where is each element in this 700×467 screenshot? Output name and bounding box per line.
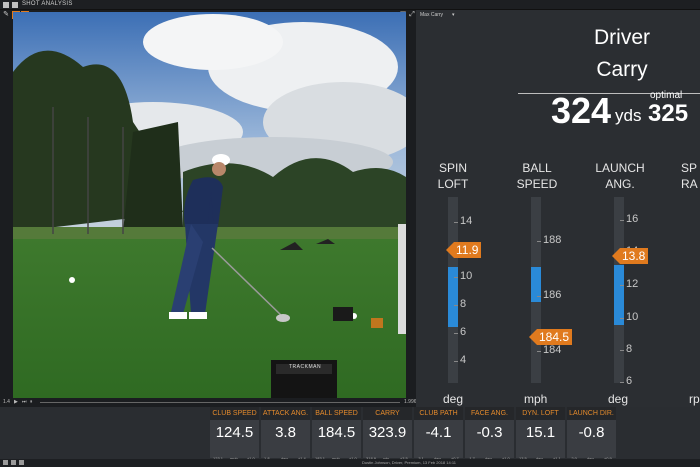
launch-angle-unit: deg: [608, 392, 629, 406]
tick: 4: [453, 354, 467, 366]
metric-label: DYN. LOFT: [516, 407, 565, 420]
spin-loft-scale: [448, 197, 458, 383]
ball-speed-scale: [531, 197, 541, 383]
shot-selector-dropdown[interactable]: Max Carry ▾: [420, 12, 460, 20]
spin-loft-range: [448, 267, 458, 327]
ball-speed-marker: 184.5: [529, 329, 573, 345]
data-panel: Max Carry ▾ Driver Carry 324 yds optimal…: [416, 10, 700, 407]
metric-value: -0.3: [476, 424, 503, 441]
spin-rate-title: SP RA: [681, 161, 698, 191]
metric-tile[interactable]: BALL SPEED 184.5 183.1mph±1.0: [312, 407, 361, 461]
screen-icon[interactable]: [3, 460, 8, 465]
chevron-down-icon: ▾: [452, 12, 455, 18]
launch-angle-range: [614, 265, 624, 325]
home-icon[interactable]: [12, 2, 18, 8]
playback-controls: 1.4 ▶ ⏭ ⏸ 1.996: [0, 398, 417, 407]
spin-loft-unit: deg: [443, 392, 464, 406]
spin-loft-title: SPIN LOFT: [437, 161, 469, 191]
tick: 6: [453, 326, 467, 338]
metrics-bar: CLUB SPEED 124.5 123.1mph±1.0 ATTACK ANG…: [0, 407, 700, 467]
metric-label: BALL SPEED: [312, 407, 361, 420]
ball-speed-title: BALL SPEED: [516, 161, 558, 191]
status-bar: Dustin Johnson, Driver, Premium, 13 Feb …: [0, 459, 700, 467]
metric-value: 323.9: [368, 424, 407, 441]
launch-angle-scale: [614, 197, 624, 383]
trackman-label: TRACKMAN: [289, 364, 322, 370]
swing-video[interactable]: TRACKMAN: [13, 12, 406, 398]
play-icon[interactable]: ▶: [14, 399, 18, 405]
metric-label: ATTACK ANG.: [261, 407, 310, 420]
tick: 16: [619, 213, 639, 225]
tick: 188: [536, 234, 562, 246]
app-title: SHOT ANALYSIS: [22, 1, 73, 7]
pen-icon[interactable]: ✎: [2, 11, 10, 19]
record-icon[interactable]: [19, 460, 24, 465]
step-icon[interactable]: ⏭: [22, 399, 27, 405]
monitor-icon[interactable]: [11, 460, 16, 465]
tick: 10: [619, 311, 639, 323]
metric-label: FACE ANG.: [465, 407, 514, 420]
metric-value: -0.8: [578, 424, 605, 441]
metric-label: CLUB SPEED: [210, 407, 259, 420]
metric-tile[interactable]: FACE ANG. -0.3 -1.7deg±1.0: [465, 407, 514, 461]
session-info: Dustin Johnson, Driver, Premium, 13 Feb …: [362, 460, 456, 465]
pause-icon[interactable]: ⏸: [30, 399, 33, 405]
metric-tile[interactable]: CLUB PATH -4.1 -3.1deg±0.7: [414, 407, 463, 461]
club-label: Driver: [594, 26, 650, 49]
metric-value: 184.5: [317, 424, 356, 441]
metric-value: 124.5: [215, 424, 254, 441]
metric-tile[interactable]: CARRY 323.9 318.9yds±3.5: [363, 407, 412, 461]
launch-angle-title: LAUNCH ANG.: [595, 161, 645, 191]
dropdown-value: Max Carry: [420, 12, 444, 18]
spin-rate-unit: rp: [689, 392, 700, 406]
metric-value: 3.8: [275, 424, 296, 441]
tick: 6: [619, 375, 633, 387]
video-panel: ✎ · · ▦ ⤢: [0, 10, 417, 407]
metric-tile[interactable]: DYN. LOFT 15.1 13.5deg±1.1: [516, 407, 565, 461]
title-bar: SHOT ANALYSIS: [0, 0, 700, 10]
app-menu-icon[interactable]: [3, 2, 9, 8]
time-end: 1.996: [404, 399, 417, 405]
metric-tile[interactable]: ATTACK ANG. 3.8 1.8deg±1.4: [261, 407, 310, 461]
tick: 8: [453, 298, 467, 310]
metric-tile[interactable]: CLUB SPEED 124.5 123.1mph±1.0: [210, 407, 259, 461]
carry-value: 324: [551, 90, 612, 131]
metric-label: LAUNCH DIR.: [567, 407, 616, 420]
tick: 14: [453, 215, 473, 227]
metric-value: -4.1: [425, 424, 452, 441]
metric-label: Carry: [596, 58, 648, 81]
metric-value: 15.1: [525, 424, 556, 441]
metric-label: CLUB PATH: [414, 407, 463, 420]
tick: 12: [619, 278, 639, 290]
ball-speed-unit: mph: [524, 392, 548, 406]
time-start: 1.4: [3, 399, 10, 405]
tick: 10: [453, 270, 473, 282]
metric-label: CARRY: [363, 407, 412, 420]
metric-tile[interactable]: LAUNCH DIR. -0.8 -2.0deg±0.9: [567, 407, 616, 461]
seek-bar[interactable]: [40, 402, 400, 403]
carry-unit: yds: [615, 106, 642, 125]
tick: 8: [619, 343, 633, 355]
optimal-value: 325: [648, 100, 689, 127]
tick: 184: [536, 344, 562, 356]
tick: 186: [536, 289, 562, 301]
fullscreen-icon[interactable]: ⤢: [408, 11, 416, 19]
